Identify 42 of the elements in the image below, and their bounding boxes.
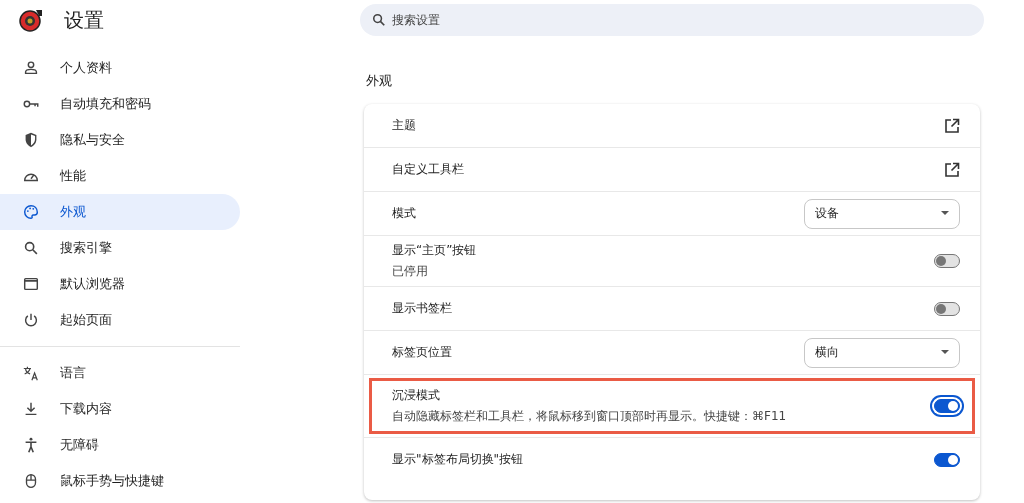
sidebar-item[interactable]: 外观 xyxy=(0,194,240,230)
setting-label: 主题 xyxy=(392,117,417,134)
palette-icon xyxy=(22,203,40,221)
dropdown-arrow-icon xyxy=(941,350,949,355)
sidebar-item[interactable]: 起始页面 xyxy=(0,302,240,338)
section-title: 外观 xyxy=(366,72,393,90)
sidebar-item[interactable]: 搜索引擎 xyxy=(0,230,240,266)
setting-label: 模式 xyxy=(392,205,417,222)
app-title: 设置 xyxy=(64,6,104,34)
sidebar-item[interactable]: 自动填充和密码 xyxy=(0,86,240,122)
sidebar-item[interactable]: 鼠标手势与快捷键 xyxy=(0,463,240,499)
search-field[interactable]: 搜索设置 xyxy=(360,4,984,36)
setting-label: 沉浸模式 xyxy=(392,387,441,404)
external-link-icon[interactable] xyxy=(944,161,960,178)
logo-icon xyxy=(18,7,44,33)
setting-label: 自定义工具栏 xyxy=(392,161,465,178)
toggle-switch[interactable] xyxy=(934,301,960,316)
dropdown-arrow-icon xyxy=(941,211,949,216)
sidebar-item[interactable]: 下载内容 xyxy=(0,391,240,427)
translate-icon xyxy=(22,364,40,382)
sidebar-item[interactable]: 无障碍 xyxy=(0,427,240,463)
setting-description: 已停用 xyxy=(392,263,429,280)
sidebar-item[interactable]: 默认浏览器 xyxy=(0,266,240,302)
mode-dropdown[interactable]: 横向 xyxy=(804,337,960,368)
sidebar-item[interactable]: 语言 xyxy=(0,355,240,391)
sidebar-item[interactable]: 性能 xyxy=(0,158,240,194)
toggle-switch[interactable] xyxy=(934,254,960,268)
sidebar-item[interactable]: 个人资料 xyxy=(0,50,240,86)
external-link-icon[interactable] xyxy=(944,117,960,134)
setting-label: 标签页位置 xyxy=(392,344,453,361)
mode-dropdown[interactable]: 设备 xyxy=(804,198,960,229)
setting-description: 自动隐藏标签栏和工具栏，将鼠标移到窗口顶部时再显示。快捷键：⌘F11 xyxy=(392,408,788,425)
window-icon xyxy=(22,275,40,293)
setting-label: 显示"标签布局切换"按钮 xyxy=(392,451,525,468)
setting-label: 显示书签栏 xyxy=(392,300,453,317)
toggle-switch[interactable] xyxy=(934,452,960,467)
search-icon xyxy=(22,239,40,257)
sidebar-item[interactable]: 隐私与安全 xyxy=(0,122,240,158)
setting-label: 显示“主页”按钮 xyxy=(392,242,478,259)
person-icon xyxy=(22,59,40,77)
power-icon xyxy=(22,311,40,329)
search-icon xyxy=(372,13,386,27)
